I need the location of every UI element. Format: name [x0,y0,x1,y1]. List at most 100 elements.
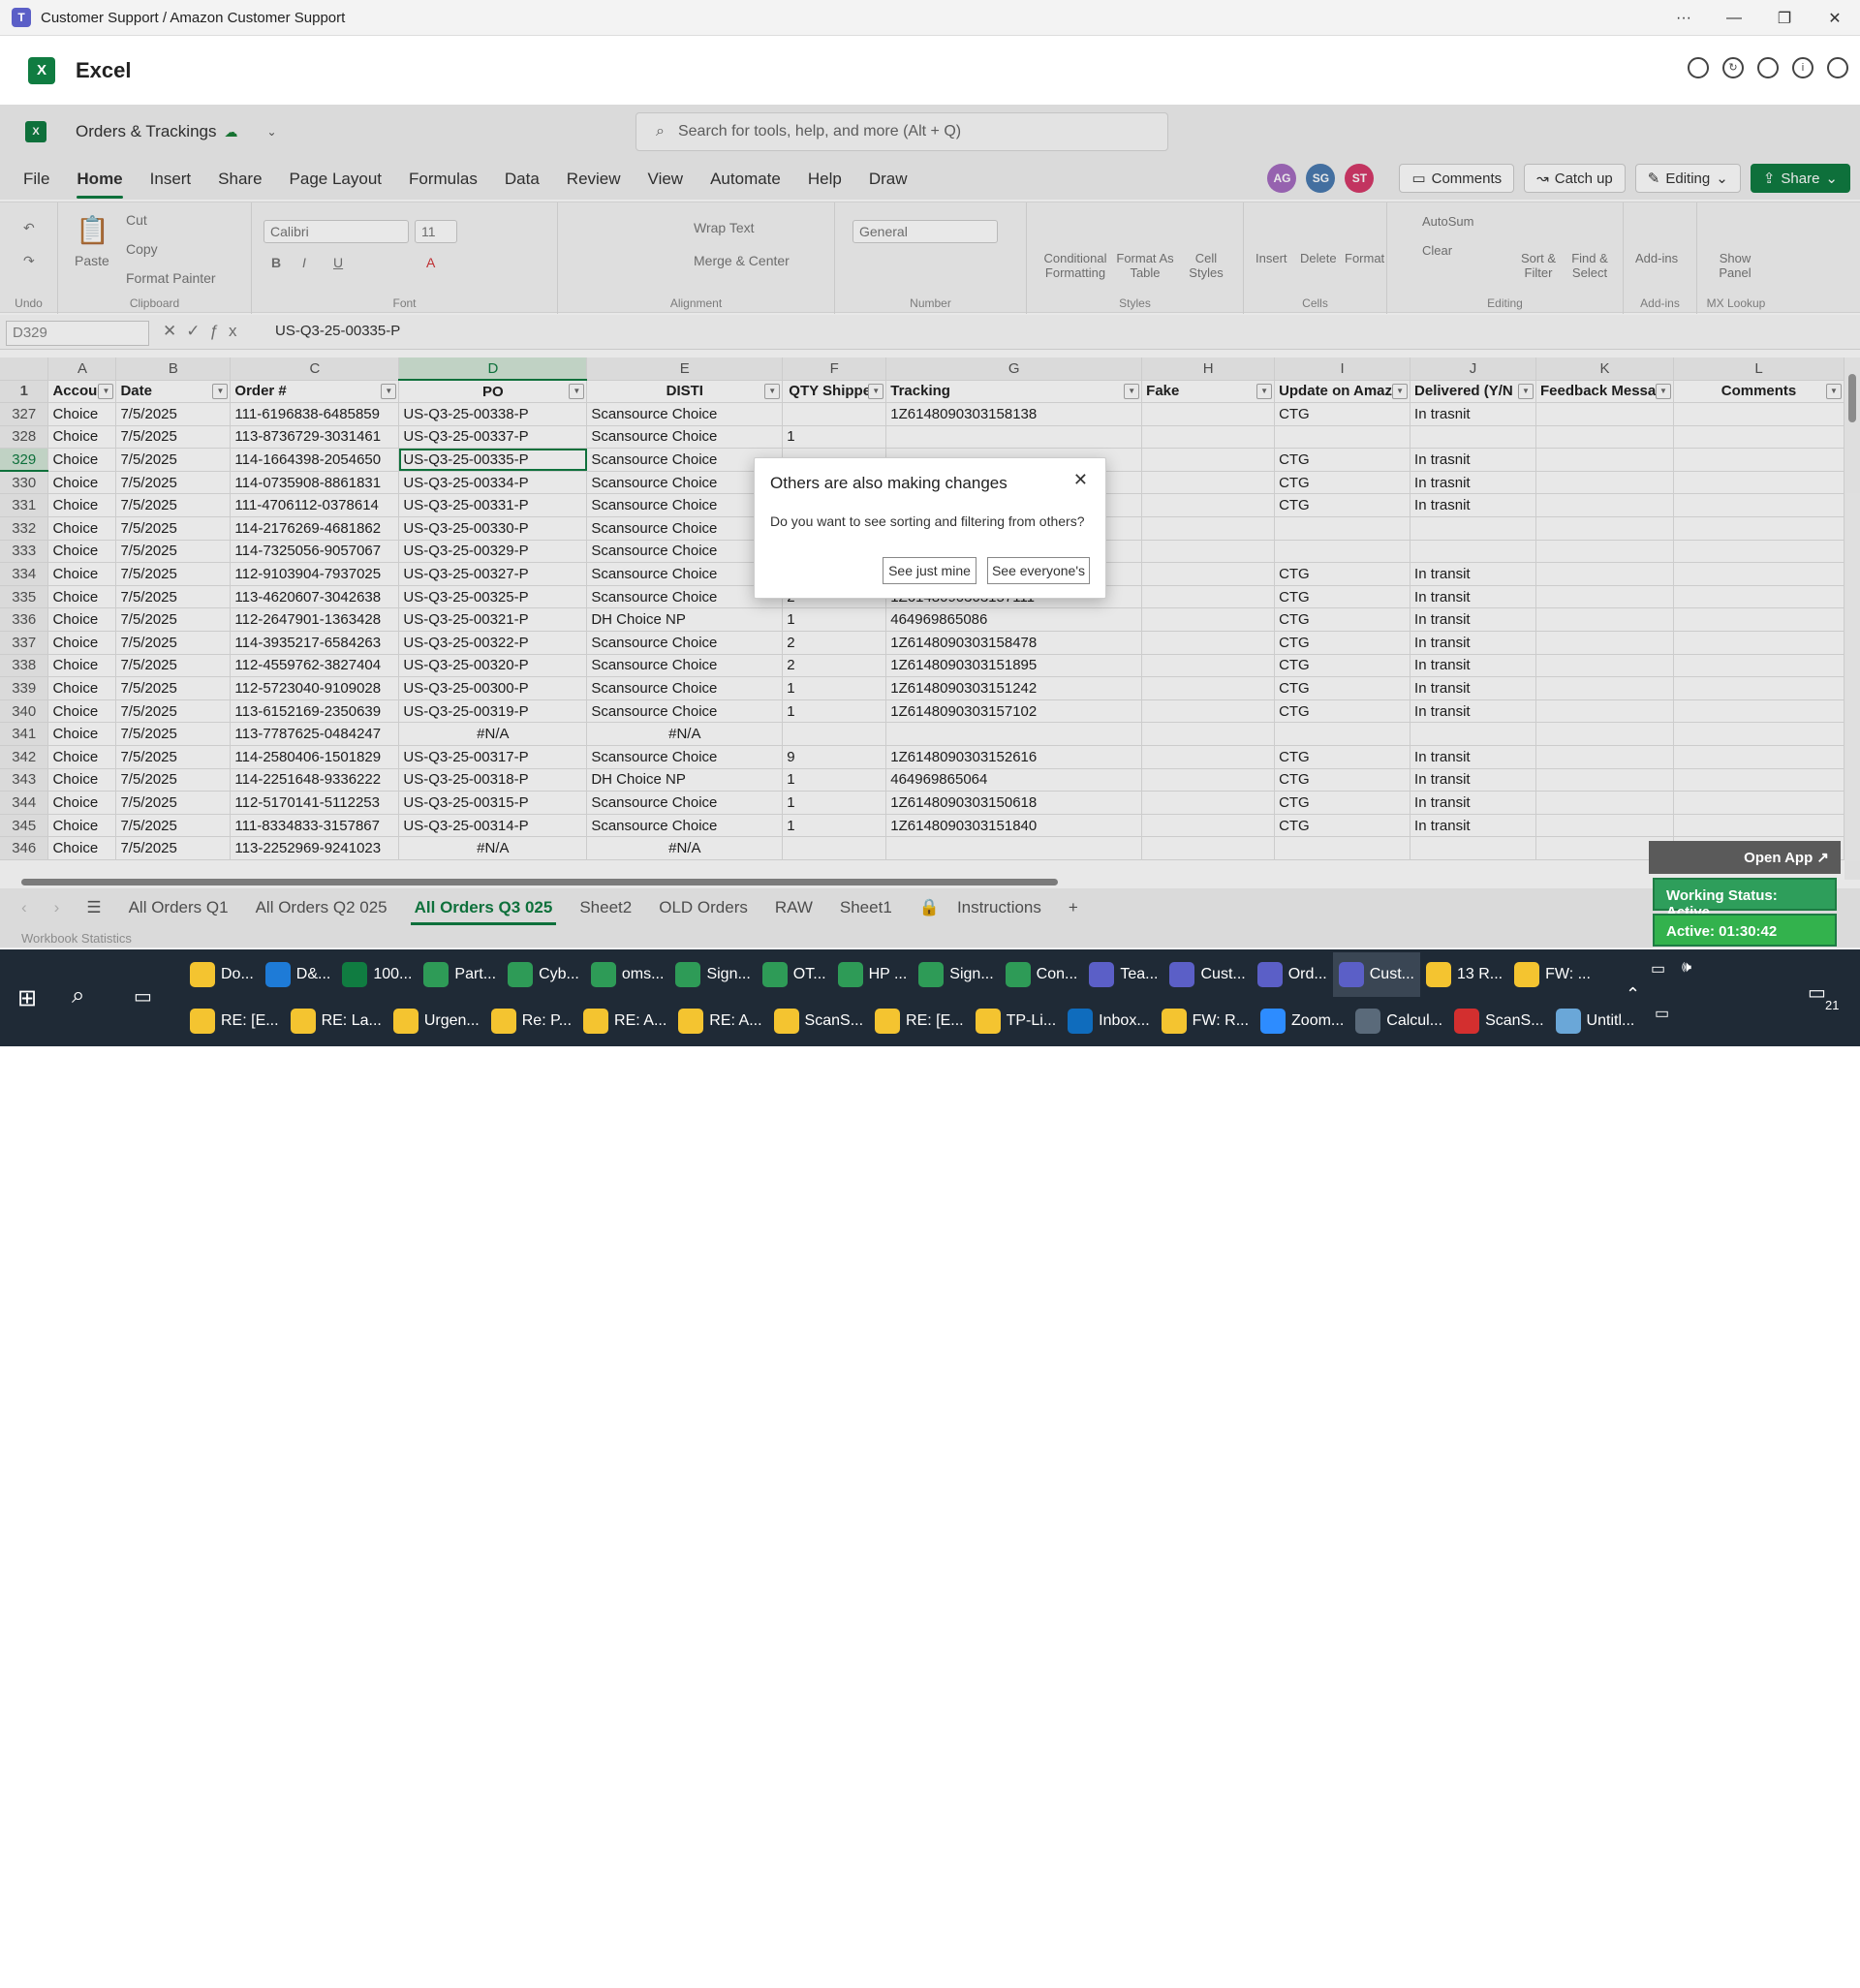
taskbar-app-button[interactable]: RE: La... [285,999,388,1043]
excel-logo-icon: X [28,56,55,84]
taskbar-app-button[interactable]: oms... [585,952,670,997]
minimize-button[interactable]: — [1709,0,1759,36]
taskbar-app-button[interactable]: RE: A... [577,999,672,1043]
taskbar-app-button[interactable]: Tea... [1083,952,1163,997]
taskbar-app-button[interactable]: Sign... [669,952,756,997]
taskbar-app-button[interactable]: Ord... [1252,952,1333,997]
taskbar-app-button[interactable]: Cyb... [502,952,585,997]
window-title-bar: T Customer Support / Amazon Customer Sup… [0,0,1860,36]
app-icon [1260,1009,1286,1034]
app-icon [583,1009,609,1034]
taskbar-app-label: Tea... [1120,966,1159,982]
see-everyones-button[interactable]: See everyone's [987,557,1090,584]
taskbar-app-button[interactable]: HP ... [832,952,914,997]
task-view-icon[interactable]: ▭ [134,984,152,1009]
app-icon [1338,962,1364,987]
taskbar-app-button[interactable]: Part... [418,952,502,997]
taskbar-app-label: ScanS... [1485,1012,1544,1029]
taskbar-app-label: Urgen... [423,1012,480,1029]
see-just-mine-button[interactable]: See just mine [883,557,976,584]
app-icon [264,962,291,987]
taskbar-app-label: oms... [621,966,665,982]
volume-icon[interactable]: 🕪 [1682,959,1691,977]
restore-button[interactable]: ❐ [1759,0,1810,36]
working-status-badge: Working Status: Active [1653,878,1837,920]
open-app-button[interactable]: Open App ↗ [1649,841,1841,874]
taskbar-app-label: Sign... [949,966,994,982]
taskbar-app-label: Con... [1036,966,1078,982]
taskbar-app-button[interactable]: Zoom... [1255,999,1349,1043]
app-icon [773,1009,799,1034]
app-icon [1256,962,1283,987]
taskbar-app-button[interactable]: FW: R... [1156,999,1255,1043]
dialog-title: Others are also making changes [770,474,1008,492]
taskbar-app-button[interactable]: ScanS... [768,999,869,1043]
taskbar-app-button[interactable]: TP-Li... [970,999,1063,1043]
app-icon [875,1009,901,1034]
app-icon [837,962,863,987]
taskbar-app-button[interactable]: FW: ... [1508,952,1596,997]
taskbar-app-label: D&... [295,966,331,982]
taskbar-app-button[interactable]: ScanS... [1448,999,1549,1043]
taskbar-app-button[interactable]: Con... [1000,952,1084,997]
taskbar-app-button[interactable]: Calcul... [1349,999,1448,1043]
taskbar-app-label: Cyb... [539,966,579,982]
close-icon[interactable]: ✕ [1073,470,1088,490]
taskbar-app-button[interactable]: Do... [184,952,260,997]
taskbar-app-button[interactable]: RE: [E... [869,999,970,1043]
battery-icon[interactable]: ▭ [1651,959,1665,978]
taskbar: ⊞ ⌕ ▭ Do... D&... 100... Part... Cyb... oms..… [0,949,1860,1982]
chat-icon[interactable] [1688,57,1709,78]
notifications-icon[interactable]: ▭ [1808,980,1826,1005]
app-icon [490,1009,516,1034]
taskbar-app-button[interactable]: Cust... [1332,952,1420,997]
more-options-button[interactable]: ··· [1658,0,1709,36]
shield-icon[interactable] [1827,57,1848,78]
taskbar-app-button[interactable]: 13 R... [1420,952,1508,997]
taskbar-app-button[interactable]: OT... [757,952,832,997]
taskbar-app-button[interactable]: 100... [336,952,418,997]
sort-filter-dialog: Others are also making changes ✕ Do you … [754,457,1106,599]
search-icon[interactable]: ⌕ [72,982,84,1010]
info-icon[interactable]: i [1792,57,1814,78]
dialog-message: Do you want to see sorting and filtering… [770,513,1085,529]
taskbar-app-button[interactable]: Re: P... [485,999,577,1043]
app-header: X Excel ↻ i [0,36,1860,105]
taskbar-app-button[interactable]: Cust... [1163,952,1251,997]
taskbar-app-label: Part... [454,966,497,982]
app-icon [678,1009,704,1034]
app-icon [1555,1009,1581,1034]
window-title: Customer Support / Amazon Customer Suppo… [41,9,346,26]
app-icon [1514,962,1540,987]
taskbar-app-button[interactable]: D&... [260,952,337,997]
taskbar-app-button[interactable]: Sign... [913,952,999,997]
taskbar-app-label: Untitl... [1586,1012,1635,1029]
network-icon[interactable]: ▭ [1655,1004,1669,1023]
taskbar-app-label: Do... [221,966,254,982]
taskbar-app-label: FW: R... [1192,1012,1250,1029]
app-icon [1169,962,1195,987]
teams-icon: T [12,8,31,27]
taskbar-app-label: OT... [792,966,826,982]
clock[interactable]: 8:00 AM Monday 7/14/2025 [1710,1904,1826,1988]
taskbar-app-button[interactable]: Untitl... [1550,999,1641,1043]
taskbar-app-button[interactable]: Inbox... [1062,999,1155,1043]
chevron-up-icon[interactable]: ⌃ [1626,984,1640,1005]
taskbar-app-button[interactable]: RE: [E... [184,999,285,1043]
taskbar-app-button[interactable]: Urgen... [388,999,485,1043]
close-button[interactable]: ✕ [1810,0,1860,36]
app-icon [675,962,701,987]
taskbar-app-label: Inbox... [1099,1012,1150,1029]
app-icon [342,962,368,987]
windows-start-icon[interactable]: ⊞ [17,984,37,1012]
taskbar-app-label: Cust... [1369,966,1414,982]
app-icon [761,962,788,987]
app-icon [392,1009,418,1034]
taskbar-app-label: RE: La... [321,1012,382,1029]
link-icon[interactable] [1757,57,1779,78]
taskbar-app-label: FW: ... [1545,966,1591,982]
taskbar-app-button[interactable]: RE: A... [672,999,767,1043]
taskbar-app-label: Sign... [706,966,751,982]
app-icon [290,1009,316,1034]
refresh-icon[interactable]: ↻ [1722,57,1744,78]
